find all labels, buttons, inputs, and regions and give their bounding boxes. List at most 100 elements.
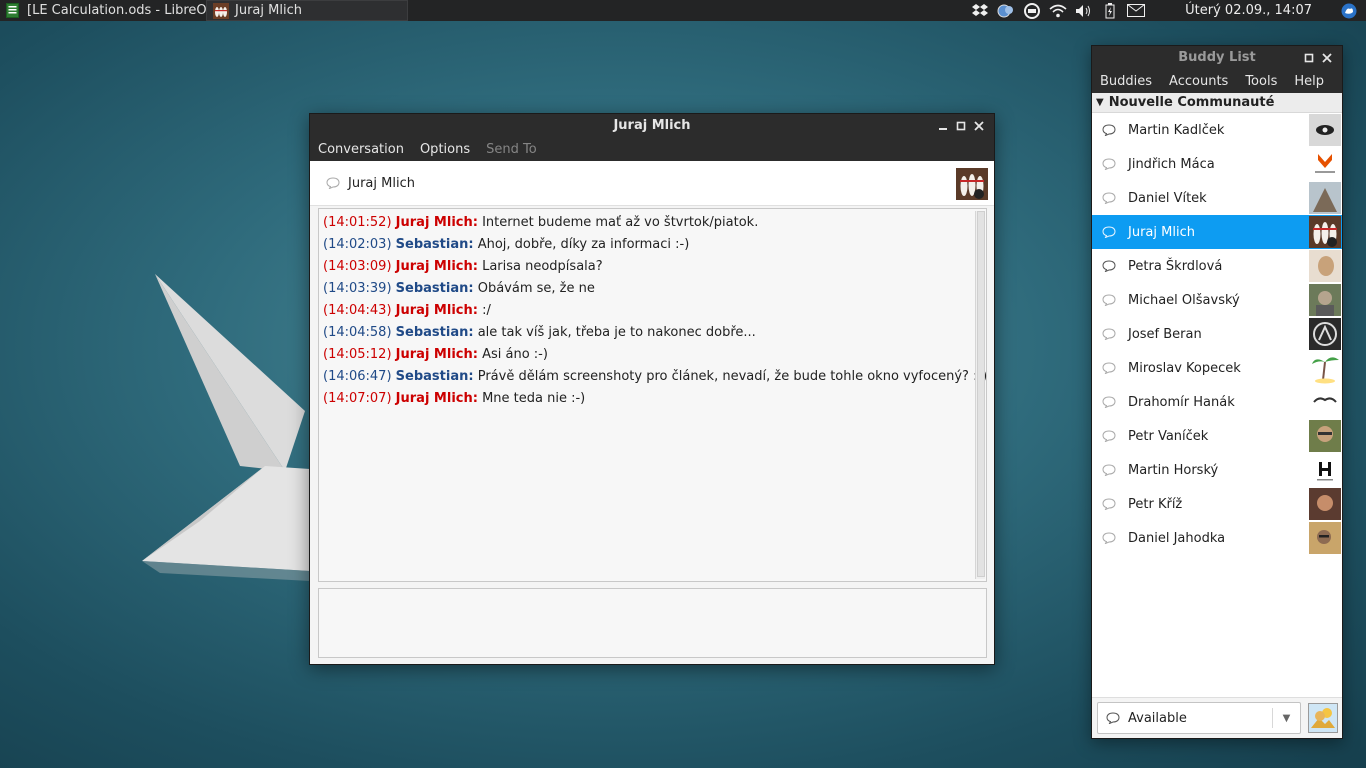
conversation-header: Juraj Mlich (310, 161, 994, 206)
buddy-name: Jindřich Máca (1128, 156, 1215, 172)
chat-bubble-icon (1102, 294, 1116, 306)
buddy-name: Josef Beran (1128, 326, 1202, 342)
dropbox-icon[interactable] (971, 3, 989, 19)
buddy-row[interactable]: Daniel Jahodka (1092, 521, 1342, 555)
pidgin-tray-icon[interactable] (997, 3, 1015, 19)
buddy-row[interactable]: Petr Vaníček (1092, 419, 1342, 453)
system-tray: Úterý 02.09., 14:07 (967, 0, 1366, 21)
maximize-button[interactable] (1300, 49, 1318, 67)
group-name: Nouvelle Communauté (1108, 95, 1275, 110)
buddy-row[interactable]: Petr Kříž (1092, 487, 1342, 521)
chat-bubble-icon (1102, 430, 1116, 442)
buddy-icon-selector[interactable] (1308, 703, 1338, 733)
mail-icon[interactable] (1127, 3, 1146, 19)
menu-conversation[interactable]: Conversation (318, 142, 404, 157)
chat-bubble-icon (1102, 260, 1116, 272)
buddy-list-titlebar[interactable]: Buddy List (1092, 46, 1342, 69)
scrollbar-thumb[interactable] (977, 211, 985, 577)
chat-bubble-icon (1102, 226, 1116, 238)
maximize-button[interactable] (952, 117, 970, 135)
menu-help[interactable]: Help (1294, 74, 1324, 89)
taskbar-item-libreoffice[interactable]: [LE Calculation.ods - LibreO... (0, 0, 206, 21)
message-log[interactable]: (14:01:52) Juraj Mlich: Internet budeme … (318, 208, 987, 582)
battery-icon[interactable] (1101, 2, 1119, 19)
expand-triangle-icon[interactable]: ▼ (1096, 97, 1104, 108)
buddy-name: Drahomír Hanák (1128, 394, 1235, 410)
chat-titlebar[interactable]: Juraj Mlich (310, 114, 994, 137)
chat-bubble-icon (1102, 158, 1116, 170)
menu-tools[interactable]: Tools (1245, 74, 1277, 89)
buddy-name: Miroslav Kopecek (1128, 360, 1241, 376)
buddy-avatar-photo (1309, 182, 1341, 214)
close-button[interactable] (970, 117, 988, 135)
buddy-row[interactable]: Jindřich Máca (1092, 147, 1342, 181)
group-header[interactable]: ▼ Nouvelle Communauté (1092, 93, 1342, 112)
menu-accounts[interactable]: Accounts (1169, 74, 1228, 89)
status-selector[interactable]: Available ▼ (1097, 702, 1301, 734)
buddy-avatar-eye (1309, 114, 1341, 146)
buddy-list: Martin Kadlček Jindřich Máca Daniel Víte… (1092, 112, 1342, 697)
buddy-row[interactable]: Daniel Vítek (1092, 181, 1342, 215)
chat-bubble-icon (1102, 498, 1116, 510)
buddy-name: Petr Vaníček (1128, 428, 1209, 444)
message-line: (14:03:39) Sebastian: Obávám se, že ne (323, 281, 595, 296)
chat-bubble-icon (1102, 192, 1116, 204)
chat-bubble-icon (1106, 712, 1120, 724)
menu-send-to[interactable]: Send To (486, 142, 537, 157)
buddy-list-window: Buddy List Buddies Accounts Tools Help ▼… (1091, 45, 1343, 739)
buddy-name: Michael Olšavský (1128, 292, 1240, 308)
chat-bubble-icon (326, 177, 340, 189)
bowling-avatar-icon (213, 2, 229, 19)
buddy-name: Martin Horský (1128, 462, 1219, 478)
buddy-row[interactable]: Martin Horský (1092, 453, 1342, 487)
chat-menubar: Conversation Options Send To (310, 137, 994, 161)
buddy-icon-image (1309, 704, 1337, 732)
status-label: Available (1128, 710, 1187, 726)
clock[interactable]: Úterý 02.09., 14:07 (1185, 3, 1312, 18)
message-line: (14:04:43) Juraj Mlich: :/ (323, 303, 491, 318)
buddy-row[interactable]: Petra Škrdlová (1092, 249, 1342, 283)
buddy-name: Daniel Vítek (1128, 190, 1207, 206)
buddy-row-selected[interactable]: Juraj Mlich (1092, 215, 1342, 249)
buddy-row[interactable]: Michael Olšavský (1092, 283, 1342, 317)
menu-options[interactable]: Options (420, 142, 470, 157)
status-bar: Available ▼ (1092, 697, 1342, 738)
message-log-scrollbar[interactable] (975, 211, 985, 579)
message-line: (14:04:58) Sebastian: ale tak víš jak, t… (323, 325, 756, 340)
chat-bubble-icon (1102, 532, 1116, 544)
message-line: (14:06:47) Sebastian: Právě dělám screen… (323, 369, 988, 384)
taskbar-item-label: [LE Calculation.ods - LibreO... (27, 3, 206, 18)
chat-bubble-icon (1102, 362, 1116, 374)
buddy-row[interactable]: Miroslav Kopecek (1092, 351, 1342, 385)
chevron-down-icon[interactable]: ▼ (1272, 708, 1300, 728)
buddy-row[interactable]: Drahomír Hanák (1092, 385, 1342, 419)
conversation-buddy-name: Juraj Mlich (348, 175, 415, 191)
wallpaper-plane-shape (142, 274, 310, 581)
buddy-name: Martin Kadlček (1128, 122, 1225, 138)
buddy-list-title: Buddy List (1178, 50, 1256, 65)
buddy-avatar-bowling (1309, 216, 1341, 248)
taskbar-item-label: Juraj Mlich (235, 3, 302, 18)
buddy-avatar-logo (1309, 386, 1341, 418)
buddy-avatar-logo (1309, 148, 1341, 180)
buddy-row[interactable]: Josef Beran (1092, 317, 1342, 351)
sync-icon[interactable] (1023, 2, 1041, 19)
close-button[interactable] (1318, 49, 1336, 67)
message-line: (14:07:07) Juraj Mlich: Mne teda nie :-) (323, 391, 586, 406)
message-input[interactable] (318, 588, 987, 658)
buddy-avatar-logo (1309, 318, 1341, 350)
buddy-name: Juraj Mlich (1128, 224, 1195, 240)
volume-icon[interactable] (1075, 3, 1093, 19)
chat-bubble-icon (1102, 464, 1116, 476)
xfce-menu-icon[interactable] (1340, 3, 1358, 19)
wifi-icon[interactable] (1049, 3, 1067, 19)
minimize-button[interactable] (934, 117, 952, 135)
buddy-row[interactable]: Martin Kadlček (1092, 113, 1342, 147)
message-line: (14:05:12) Juraj Mlich: Asi áno :-) (323, 347, 548, 362)
menu-buddies[interactable]: Buddies (1100, 74, 1152, 89)
buddy-avatar-photo (1309, 522, 1341, 554)
chat-window-title: Juraj Mlich (613, 118, 691, 133)
taskbar-item-chat[interactable]: Juraj Mlich (206, 0, 408, 21)
buddy-name: Petr Kříž (1128, 496, 1183, 512)
buddy-avatar-bowling[interactable] (956, 168, 988, 200)
